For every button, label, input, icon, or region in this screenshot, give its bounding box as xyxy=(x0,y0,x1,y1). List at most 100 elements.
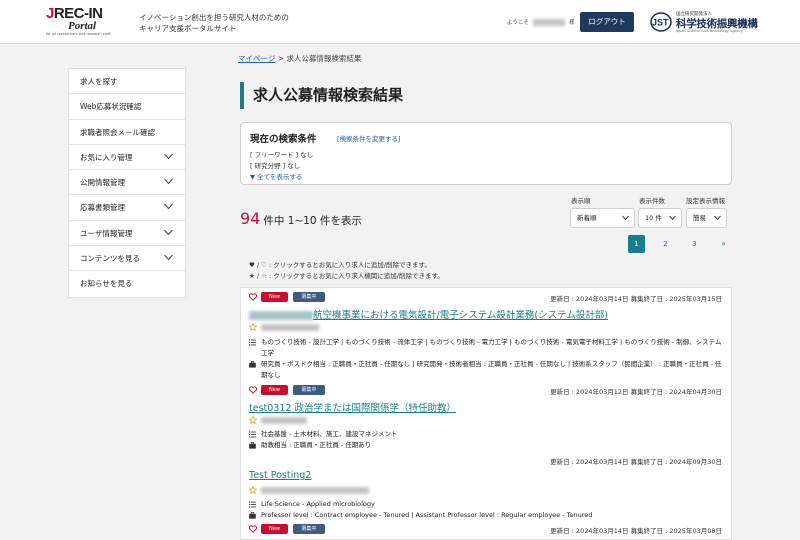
next-page-button[interactable]: » xyxy=(715,235,732,253)
sidebar-item-news[interactable]: お知らせを見る xyxy=(69,271,185,296)
sidebar-item-label: お気に入り管理 xyxy=(80,152,133,162)
logo-portal: Portal xyxy=(68,20,97,32)
site-tagline: イノベーション創出を担う研究人材のための キャリア支援ポータルサイト xyxy=(139,12,289,34)
heart-icon[interactable] xyxy=(249,525,257,533)
job-title-link[interactable]: Test Posting2 xyxy=(249,470,311,481)
page-1-button[interactable]: 1 xyxy=(628,235,645,253)
briefcase-icon xyxy=(249,361,256,368)
job-title-link[interactable]: 航空機事業における電気設計/電子システム設計業務(システム設計部) xyxy=(249,307,608,321)
redacted-org xyxy=(249,311,313,320)
legend-star: ★ / ☆ : クリックするとお気に入り求人機関に追加/削除できます。 xyxy=(249,272,444,280)
display-setting-label: 設定表示情報 xyxy=(686,197,725,205)
chevron-down-icon xyxy=(714,215,721,221)
briefcase-icon xyxy=(249,512,256,519)
star-icon[interactable] xyxy=(249,416,257,424)
jst-logo[interactable]: JST 国立研究開発法人 科学技術振興機構 Japan Science and … xyxy=(650,11,766,35)
sidebar-item-label: 応募書類管理 xyxy=(80,203,125,213)
condition-freeword: [ フリーワード ] なし xyxy=(250,151,314,159)
open-badge: 募集中 xyxy=(293,385,325,395)
list-icon xyxy=(249,431,256,438)
job-title-text: 航空機事業における電気設計/電子システム設計業務(システム設計部) xyxy=(313,310,609,321)
sidebar-item-label: お知らせを見る xyxy=(80,279,133,289)
chevron-down-icon xyxy=(622,215,629,221)
result-range: 件中 1~10 件を表示 xyxy=(263,215,362,227)
page-3-button[interactable]: 3 xyxy=(686,235,703,253)
display-setting-select[interactable]: 簡易 xyxy=(686,208,727,228)
chevron-down-icon xyxy=(164,153,173,160)
job-dates: 更新日 : 2024年03月14日 募集終了日 : 2025年03月08日 xyxy=(550,527,722,535)
svg-text:JST: JST xyxy=(652,18,669,28)
welcome-suffix: 様 xyxy=(569,20,575,26)
heart-icon[interactable] xyxy=(249,293,257,301)
search-conditions-box: 現在の検索条件 [検索条件を変更する] [ フリーワード ] なし [ 研究分野… xyxy=(240,122,732,185)
sidebar-item-public-info[interactable]: 公開情報管理 xyxy=(69,170,185,196)
chevron-down-icon xyxy=(164,254,173,261)
per-page-label: 表示件数 xyxy=(639,197,665,205)
new-badge: New xyxy=(261,385,288,395)
tagline-line1: イノベーション創出を担う研究人材のための xyxy=(139,13,289,22)
star-icon[interactable] xyxy=(249,486,257,494)
sidebar-item-label: 求人を探す xyxy=(80,77,118,86)
briefcase-icon xyxy=(249,442,256,449)
jrec-in-portal-logo[interactable]: JREC-IN Portal for all researchers and r… xyxy=(46,6,120,38)
job-position: Professor level : Contract employee - Te… xyxy=(261,511,593,519)
logo-subtext: for all researchers and research staff xyxy=(46,32,111,36)
sidebar-item-label: Web応募状況確認 xyxy=(80,102,142,112)
sidebar-item-application-documents[interactable]: 応募書類管理 xyxy=(69,195,185,221)
legend-heart: ♥ / ♡ : クリックするとお気に入り求人に追加/削除できます。 xyxy=(249,261,431,269)
user-name-redacted xyxy=(533,19,566,26)
breadcrumb-separator: > xyxy=(277,54,285,63)
per-page-value: 10 件 xyxy=(645,214,662,222)
per-page-select[interactable]: 10 件 xyxy=(638,208,682,228)
sidebar-item-label: 求職者照会メール確認 xyxy=(80,127,155,137)
redacted-organization xyxy=(261,487,369,494)
chevron-down-icon xyxy=(164,229,173,236)
chevron-down-icon xyxy=(164,204,173,210)
display-setting-value: 簡易 xyxy=(693,214,706,222)
chevron-down-icon xyxy=(669,215,676,221)
breadcrumb-mypage-link[interactable]: マイページ xyxy=(238,54,275,63)
sidebar-item-label: 公開情報管理 xyxy=(80,178,125,188)
job-dates: 更新日 : 2024年03月14日 募集終了日 : 2025年03月15日 xyxy=(550,295,722,303)
result-total: 94 xyxy=(240,209,261,228)
page-2-button[interactable]: 2 xyxy=(657,235,674,253)
redacted-organization xyxy=(261,324,319,331)
sidebar-menu: 求人を探す Web応募状況確認 求職者照会メール確認 お気に入り管理 公開情報管… xyxy=(68,68,186,298)
sidebar-item-favorites[interactable]: お気に入り管理 xyxy=(69,145,185,171)
star-icon[interactable] xyxy=(249,323,257,331)
sort-order-value: 新着順 xyxy=(577,214,597,222)
jst-mark-icon: JST xyxy=(650,12,672,32)
open-badge: 募集中 xyxy=(293,524,325,534)
sort-order-select[interactable]: 新着順 xyxy=(570,208,635,228)
new-badge: New xyxy=(261,524,288,534)
sidebar-item-search-jobs[interactable]: 求人を探す xyxy=(69,69,185,95)
chevron-down-icon xyxy=(164,178,173,185)
heart-icon[interactable] xyxy=(249,386,257,394)
sidebar-item-inquiry-mail[interactable]: 求職者照会メール確認 xyxy=(69,120,185,145)
show-all-conditions-link[interactable]: ▼ 全てを表示する xyxy=(250,171,302,181)
breadcrumb: マイページ > 求人公募情報検索結果 xyxy=(238,53,361,64)
job-title-link[interactable]: test0312 政治学または国際関係学（特任助教） xyxy=(249,400,456,414)
jst-english: Japan Science and Technology Agency xyxy=(676,29,743,33)
welcome-message: ようこそ 様 xyxy=(507,18,575,26)
logout-button[interactable]: ログアウト xyxy=(580,12,634,32)
result-count: 94 件中 1~10 件を表示 xyxy=(240,209,362,228)
job-list: New 募集中 更新日 : 2024年03月14日 募集終了日 : 2025年0… xyxy=(240,287,732,540)
job-position: 研究員・ポスドク相当 : 正職員・正社員 - 任期なし | 研究開発・技術者相当… xyxy=(261,360,722,379)
logo-j: J xyxy=(46,5,54,22)
sidebar-item-contents[interactable]: コンテンツを見る xyxy=(69,246,185,272)
tagline-line2: キャリア支援ポータルサイト xyxy=(139,24,237,33)
sidebar-item-label: ユーザ情報管理 xyxy=(80,228,133,238)
change-conditions-link[interactable]: [検索条件を変更する] xyxy=(337,133,401,143)
sidebar-item-user-info[interactable]: ユーザ情報管理 xyxy=(69,221,185,247)
open-badge: 募集中 xyxy=(293,292,325,302)
job-dates: 更新日 : 2024年03月14日 募集終了日 : 2024年09月30日 xyxy=(550,458,722,466)
site-header: JREC-IN Portal for all researchers and r… xyxy=(0,0,800,44)
job-field: 社会基盤 - 土木材料、施工、建設マネジメント xyxy=(261,430,398,438)
page-title: 求人公募情報検索結果 xyxy=(240,82,403,109)
job-dates: 更新日 : 2024年03月12日 募集終了日 : 2024年04月30日 xyxy=(550,388,722,396)
sidebar-item-web-application-status[interactable]: Web応募状況確認 xyxy=(69,94,185,120)
condition-research-field: [ 研究分野 ] なし xyxy=(250,162,301,170)
sort-order-label: 表示順 xyxy=(571,197,591,205)
sidebar-item-label: コンテンツを見る xyxy=(80,254,140,264)
